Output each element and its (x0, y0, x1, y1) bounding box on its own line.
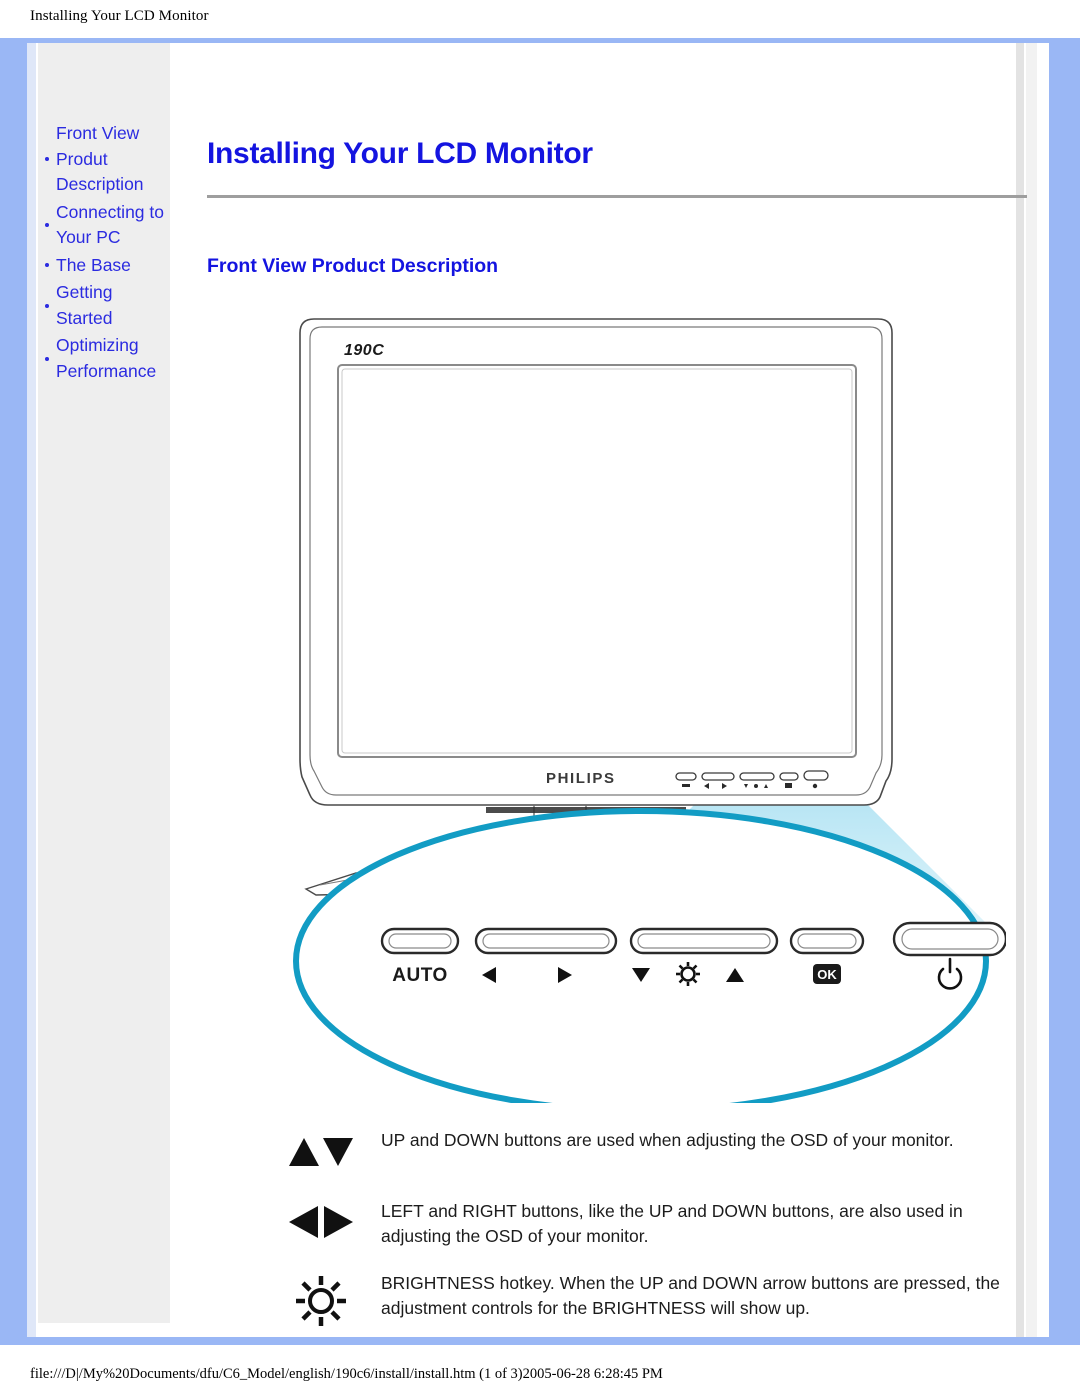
bullet-icon (45, 303, 49, 308)
page-title: Installing Your LCD Monitor (207, 137, 593, 171)
legend-text: LEFT and RIGHT buttons, like the UP and … (381, 1201, 963, 1246)
sidebar-item-label: Optimizing Performance (56, 335, 157, 381)
power-button-shape (892, 921, 1006, 957)
bullet-icon (45, 356, 49, 361)
sidebar-item-label: The Base (56, 254, 131, 275)
horizontal-divider (207, 195, 1027, 198)
print-footer-path: file:///D|/My%20Documents/dfu/C6_Model/e… (30, 1366, 663, 1382)
legend-text: BRIGHTNESS hotkey. When the UP and DOWN … (381, 1273, 1000, 1318)
sidebar-item-connecting-to-your-pc[interactable]: Connecting to Your PC (42, 200, 166, 251)
model-label: 190C (344, 342, 384, 359)
legend-text: UP and DOWN buttons are used when adjust… (381, 1130, 954, 1150)
sidebar-item-label: Connecting to Your PC (56, 201, 164, 248)
up-down-arrows-icon (261, 1128, 381, 1177)
brand-wordmark: PHILIPS (546, 770, 616, 787)
sidebar-item-optimizing-performance[interactable]: Optimizing Performance (42, 333, 166, 384)
main-content: Installing Your LCD Monitor Front View P… (176, 43, 1027, 1337)
auto-button-label: AUTO (392, 965, 447, 986)
bullet-icon (45, 157, 49, 162)
legend-row: LEFT and RIGHT buttons, like the UP and … (261, 1199, 1006, 1249)
auto-button-shape (380, 927, 460, 955)
down-brightness-up-button-shape (629, 927, 779, 955)
bullet-icon (45, 223, 49, 227)
sidebar-item-getting-started[interactable]: Getting Started (42, 280, 166, 331)
content-area: Front View Produt Description Connecting… (36, 43, 1027, 1337)
print-header-title: Installing Your LCD Monitor (30, 8, 209, 24)
section-title: Front View Product Description (207, 255, 499, 278)
sidebar-list: Front View Produt Description Connecting… (38, 121, 170, 384)
page-inner-canvas: Front View Produt Description Connecting… (27, 43, 1049, 1337)
sidebar-item-front-view-product-description[interactable]: Front View Produt Description (42, 121, 166, 198)
sidebar-item-the-base[interactable]: The Base (42, 253, 166, 279)
sidebar-item-label: Front View Produt Description (56, 123, 144, 194)
scrollbar-gutter[interactable] (1026, 43, 1037, 1337)
left-right-arrows-icon (261, 1199, 381, 1248)
button-legend-list: UP and DOWN buttons are used when adjust… (261, 1128, 1006, 1356)
svg-text:OK: OK (817, 967, 837, 982)
sidebar-item-label: Getting Started (56, 282, 113, 328)
left-right-button-shape (474, 927, 618, 955)
legend-row: UP and DOWN buttons are used when adjust… (261, 1128, 1006, 1177)
brightness-sun-icon (261, 1271, 381, 1334)
ok-icon: OK (813, 964, 841, 984)
monitor-front-view-illustration: 190C PHILIPS AUTO OK (286, 303, 1006, 1103)
bullet-icon (45, 263, 49, 268)
left-accent-bar (27, 43, 36, 1337)
page-frame: Front View Produt Description Connecting… (0, 38, 1080, 1345)
monitor-screen-inner (341, 368, 853, 754)
magnified-button-callout-ellipse (293, 808, 989, 1103)
sidebar-nav: Front View Produt Description Connecting… (38, 43, 170, 1323)
legend-row: BRIGHTNESS hotkey. When the UP and DOWN … (261, 1271, 1006, 1334)
ok-button-shape (789, 927, 865, 955)
